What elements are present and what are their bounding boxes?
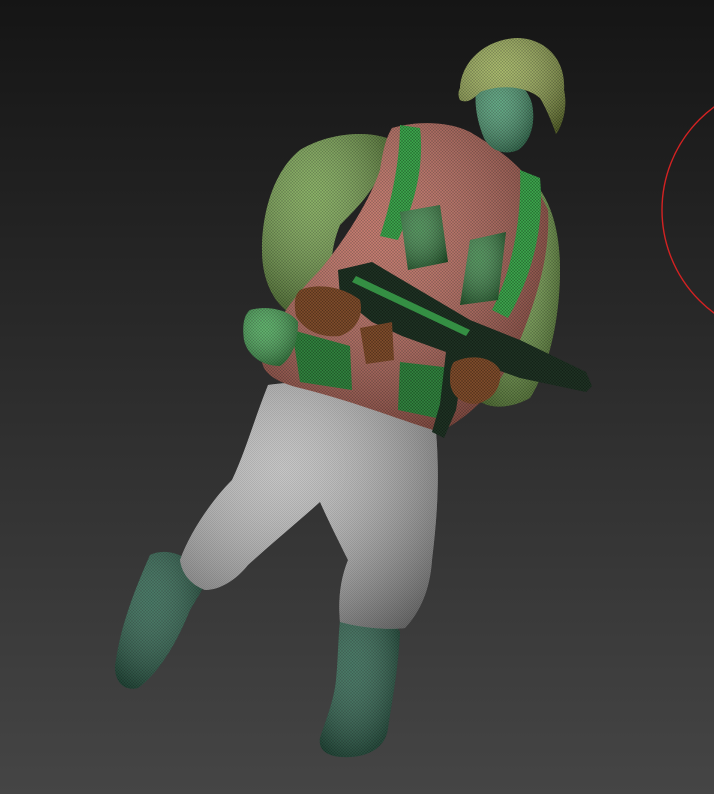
viewport-canvas[interactable] [0, 0, 714, 794]
3d-viewport[interactable] [0, 0, 714, 794]
